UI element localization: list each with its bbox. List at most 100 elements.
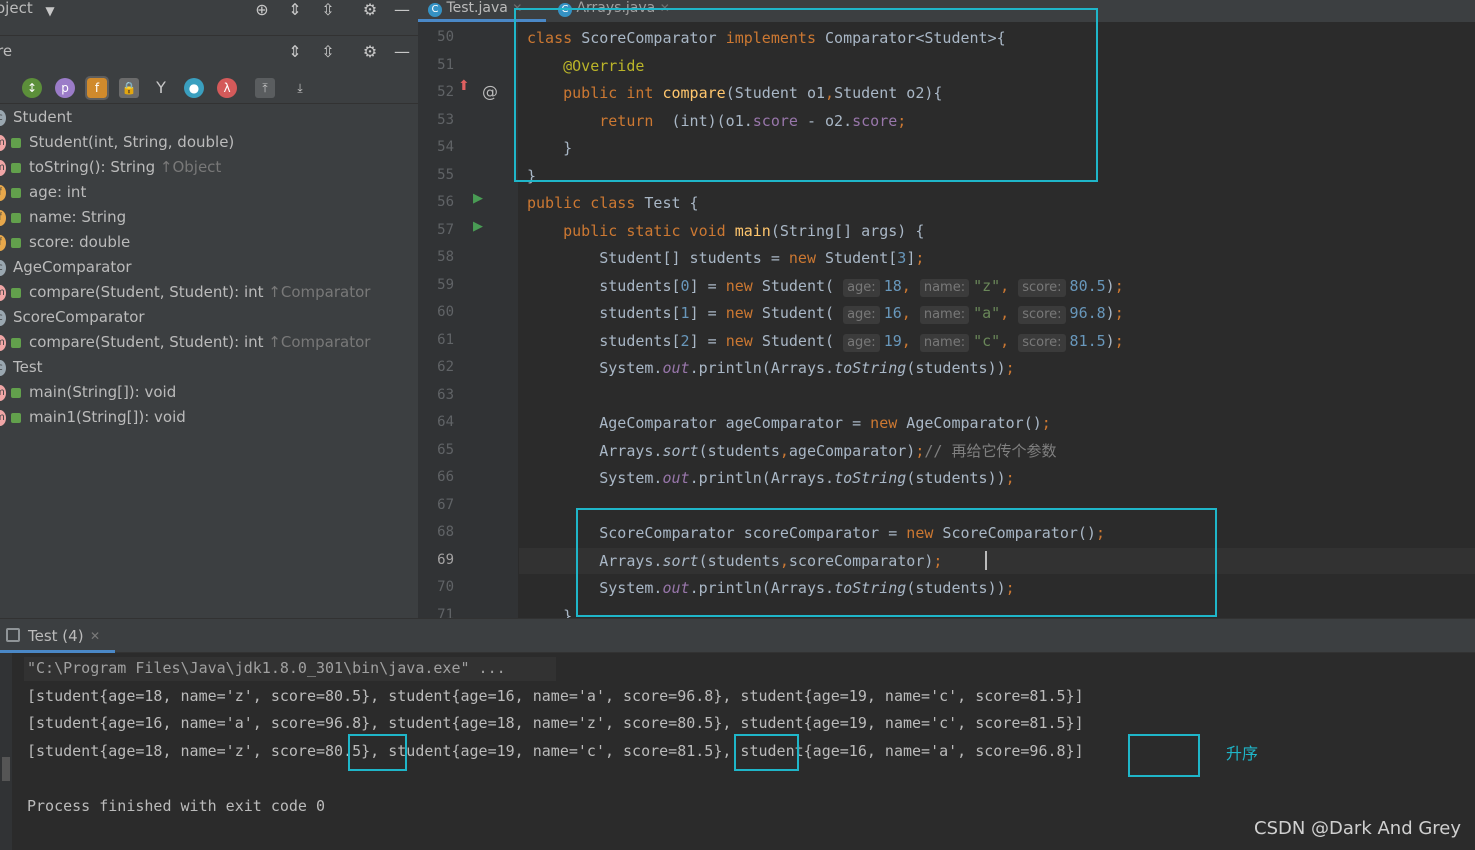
tree-item[interactable]: m main(String[]): void <box>0 380 176 405</box>
run-tab-label[interactable]: Test (4) <box>28 627 84 645</box>
output-line-1: [student{age=18, name='z', score=80.5}, … <box>27 687 1084 705</box>
public-lock-icon <box>11 287 21 298</box>
tree-item[interactable]: f score: double <box>0 230 130 255</box>
expand-all-icon[interactable]: ⇕ <box>285 0 305 20</box>
line-number: 55 <box>437 166 454 183</box>
line-number: 58 <box>437 249 454 265</box>
close-icon[interactable]: ✕ <box>90 629 100 643</box>
code-token: ; <box>1114 331 1124 350</box>
code-token: (students)) <box>906 359 1006 377</box>
tree-item-label: AgeComparator <box>13 258 132 276</box>
tree-item-suffix: ↑Comparator <box>268 283 371 301</box>
highlight-box-score-96-8 <box>1128 734 1200 777</box>
method-icon: m <box>0 159 6 176</box>
tree-item[interactable]: m main1(String[]): void <box>0 405 186 430</box>
tree-item[interactable]: m compare(Student, Student): int ↑Compara… <box>0 330 370 355</box>
tree-item-label: ScoreComparator <box>13 308 145 326</box>
tree-item[interactable]: c ScoreComparator <box>0 305 145 330</box>
show-anonymous-icon[interactable]: ● <box>184 78 204 98</box>
code-token: 3 <box>897 249 907 267</box>
minimize-icon[interactable]: — <box>392 42 412 62</box>
implements-marker-icon[interactable]: ⬆ <box>458 78 470 94</box>
line-number: 51 <box>437 56 454 73</box>
code-token: 18 <box>883 276 902 295</box>
sort-visibility-icon[interactable]: ↕ <box>22 78 42 98</box>
collapse-all-icon[interactable]: ⇳ <box>318 42 338 62</box>
line-number: 50 <box>437 29 454 45</box>
code-token: out <box>662 469 690 487</box>
code-token: System. <box>527 359 663 377</box>
autoscroll-to-source-icon[interactable]: ⤒ <box>255 78 275 98</box>
tree-item[interactable]: c Test <box>0 355 43 380</box>
line-number: 52 <box>437 84 454 100</box>
code-token: , <box>1000 276 1019 295</box>
crosshair-icon[interactable]: ⊕ <box>252 0 272 20</box>
command-line: "C:\Program Files\Java\jdk1.8.0_301\bin\… <box>27 659 506 677</box>
code-token: ; <box>1005 359 1015 377</box>
code-token: 81.5 <box>1069 331 1106 350</box>
breadcrumb <box>0 22 418 36</box>
show-non-public-icon[interactable]: 🔒 <box>119 78 139 98</box>
code-token: (students <box>698 441 780 460</box>
code-token: ; <box>1114 304 1124 322</box>
class-icon: C <box>428 3 442 17</box>
parameter-hint: score: <box>1018 278 1066 297</box>
method-icon: m <box>0 384 6 401</box>
parameter-hint: name: <box>919 278 970 297</box>
code-token: new <box>788 249 826 267</box>
inherited-icon[interactable]: Y <box>151 78 171 98</box>
line-number: 70 <box>437 579 454 595</box>
tree-item[interactable]: m compare(Student, Student): int ↑Compara… <box>0 280 370 305</box>
annotation-label: 升序 <box>1226 744 1259 763</box>
public-lock-icon <box>11 412 21 423</box>
collapse-all-icon[interactable]: ⇳ <box>318 0 338 20</box>
parameter-hint: score: <box>1018 333 1066 352</box>
code-token: 16 <box>883 304 902 322</box>
code-token: toString <box>834 469 907 487</box>
line-number: 64 <box>437 414 454 430</box>
tree-item[interactable]: m toString(): String ↑Object <box>0 155 221 180</box>
gear-icon[interactable]: ⚙ <box>360 0 380 20</box>
show-properties-icon[interactable]: p <box>55 78 75 98</box>
tree-item[interactable]: c Student <box>0 105 72 130</box>
code-token: "c" <box>973 331 1001 350</box>
show-fields-icon[interactable]: f <box>85 76 109 100</box>
annotation-marker-icon[interactable]: @ <box>482 82 498 101</box>
code-token: (students)) <box>906 469 1006 487</box>
scrollbar[interactable] <box>2 757 10 781</box>
code-token: Student( <box>761 304 844 322</box>
chevron-down-icon[interactable]: ▼ <box>40 1 60 21</box>
project-label[interactable]: oject <box>0 0 33 17</box>
output-line-2: [student{age=16, name='a', score=96.8}, … <box>27 714 1084 732</box>
line-number: 67 <box>437 496 454 513</box>
tree-item[interactable]: f name: String <box>0 205 126 230</box>
line-number: 56 <box>437 194 454 210</box>
class-icon: c <box>0 309 6 326</box>
autoscroll-from-source-icon[interactable]: ⤓ <box>290 78 310 98</box>
parameter-hint: score: <box>1018 306 1066 324</box>
line-number: 69 <box>437 551 454 568</box>
watermark: CSDN @Dark And Grey <box>1254 818 1462 839</box>
code-token: new <box>725 276 762 295</box>
code-token: ; <box>915 249 925 267</box>
gear-icon[interactable]: ⚙ <box>360 42 380 62</box>
code-token: ] = <box>689 331 726 350</box>
line-number: 62 <box>437 359 454 375</box>
code-token: Student( <box>761 331 844 350</box>
code-token: System. <box>527 469 663 487</box>
tree-item[interactable]: f age: int <box>0 180 86 205</box>
run-icon[interactable]: ▶ <box>473 219 483 234</box>
line-number: 65 <box>437 441 454 458</box>
show-lambdas-icon[interactable]: λ <box>217 78 237 98</box>
code-line: public static void main(String[] args) { <box>527 220 924 242</box>
tab-label: Test.java <box>446 0 508 16</box>
tree-item[interactable]: c AgeComparator <box>0 255 132 280</box>
run-icon[interactable]: ▶ <box>473 191 483 206</box>
code-token: public static void <box>563 221 735 240</box>
line-number: 59 <box>437 276 454 293</box>
field-icon: f <box>0 209 6 226</box>
tree-item[interactable]: m Student(int, String, double) <box>0 130 234 155</box>
code-token: ; <box>1114 276 1124 295</box>
expand-all-icon[interactable]: ⇕ <box>285 42 305 62</box>
minimize-icon[interactable]: — <box>392 0 412 20</box>
